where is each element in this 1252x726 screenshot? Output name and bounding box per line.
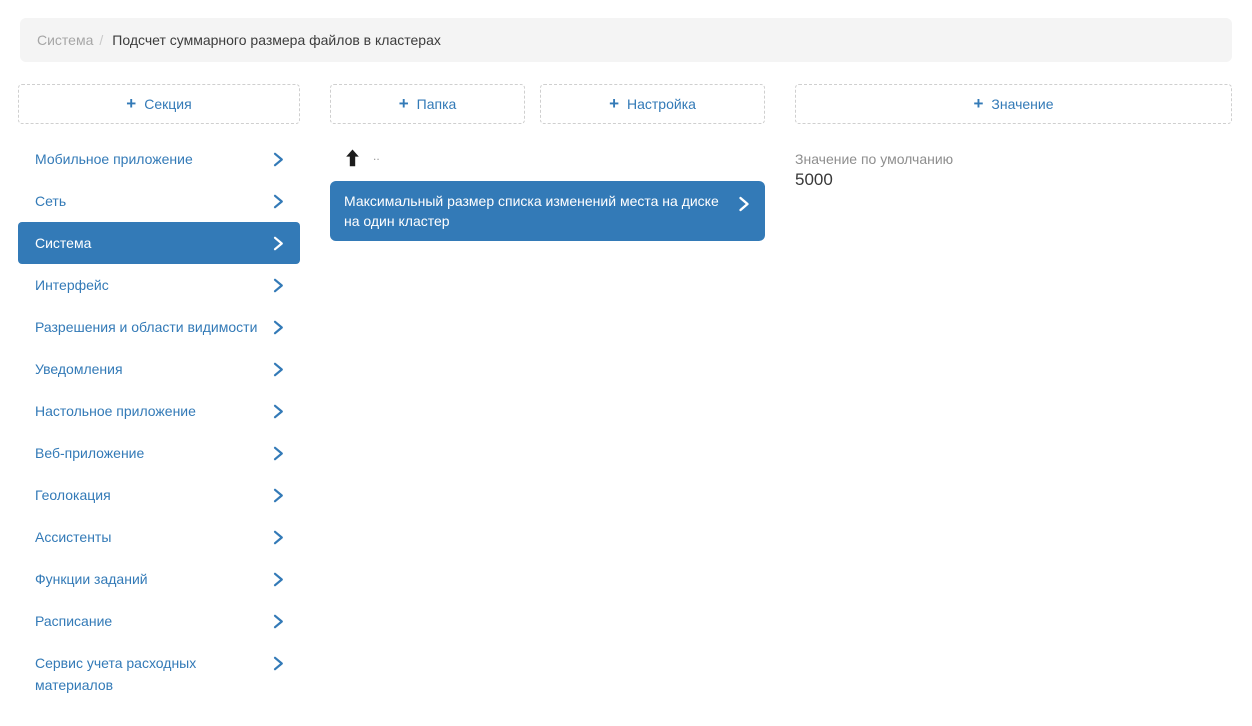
sidebar-item-label: Сервис учета расходных материалов	[35, 652, 263, 696]
chevron-right-icon	[273, 614, 284, 629]
add-folder-button[interactable]: + Папка	[330, 84, 525, 124]
middle-toolbar: + Папка + Настройка	[330, 84, 765, 124]
add-folder-label: Папка	[417, 96, 457, 112]
sidebar-item-3[interactable]: Интерфейс	[18, 264, 300, 306]
sidebar-item-label: Мобильное приложение	[35, 148, 193, 170]
chevron-right-icon	[273, 530, 284, 545]
sidebar-item-label: Расписание	[35, 610, 112, 632]
add-setting-button[interactable]: + Настройка	[540, 84, 765, 124]
chevron-right-icon	[273, 656, 284, 671]
plus-icon: +	[126, 95, 136, 112]
chevron-right-icon	[273, 236, 284, 251]
breadcrumb: Система / Подсчет суммарного размера фай…	[20, 18, 1232, 62]
chevron-right-icon	[273, 194, 284, 209]
add-section-label: Секция	[144, 96, 191, 112]
chevron-right-icon	[273, 320, 284, 335]
default-value-label: Значение по умолчанию	[795, 150, 1232, 168]
add-setting-label: Настройка	[627, 96, 696, 112]
chevron-right-icon	[273, 572, 284, 587]
sidebar-item-label: Уведомления	[35, 358, 123, 380]
sidebar-item-label: Ассистенты	[35, 526, 111, 548]
sidebar-item-label: Веб-приложение	[35, 442, 144, 464]
plus-icon: +	[609, 95, 619, 112]
breadcrumb-separator: /	[99, 32, 103, 48]
sidebar-item-8[interactable]: Геолокация	[18, 474, 300, 516]
chevron-right-icon	[273, 362, 284, 377]
values-column: + Значение Значение по умолчанию 5000	[795, 84, 1232, 706]
sidebar-item-12[interactable]: Сервис учета расходных материалов	[18, 642, 300, 706]
settings-column: + Папка + Настройка .. Максимальный разм…	[330, 84, 765, 706]
sidebar-item-label: Интерфейс	[35, 274, 109, 296]
add-value-button[interactable]: + Значение	[795, 84, 1232, 124]
sidebar-item-label: Геолокация	[35, 484, 111, 506]
chevron-right-icon	[273, 278, 284, 293]
sidebar-item-5[interactable]: Уведомления	[18, 348, 300, 390]
chevron-right-icon	[273, 446, 284, 461]
up-navigation-label: ..	[373, 150, 380, 162]
sidebar-item-11[interactable]: Расписание	[18, 600, 300, 642]
sidebar-item-1[interactable]: Сеть	[18, 180, 300, 222]
arrow-up-icon	[345, 149, 360, 167]
sidebar-item-0[interactable]: Мобильное приложение	[18, 138, 300, 180]
breadcrumb-current: Подсчет суммарного размера файлов в клас…	[112, 32, 441, 48]
add-value-label: Значение	[991, 96, 1053, 112]
plus-icon: +	[399, 95, 409, 112]
content-columns: + Секция Мобильное приложение Сеть Систе…	[18, 84, 1232, 706]
sidebar-item-label: Настольное приложение	[35, 400, 196, 422]
sidebar-item-label: Сеть	[35, 190, 66, 212]
sidebar-item-4[interactable]: Разрешения и области видимости	[18, 306, 300, 348]
chevron-right-icon	[738, 196, 750, 212]
sections-column: + Секция Мобильное приложение Сеть Систе…	[18, 84, 300, 706]
sidebar-item-7[interactable]: Веб-приложение	[18, 432, 300, 474]
sidebar-item-2[interactable]: Система	[18, 222, 300, 264]
sidebar-item-label: Разрешения и области видимости	[35, 316, 257, 338]
chevron-right-icon	[273, 404, 284, 419]
setting-item-label: Максимальный размер списка изменений мес…	[344, 191, 726, 231]
add-section-button[interactable]: + Секция	[18, 84, 300, 124]
default-value: 5000	[795, 169, 1232, 191]
default-value-block: Значение по умолчанию 5000	[795, 150, 1232, 191]
chevron-right-icon	[273, 488, 284, 503]
sidebar-item-label: Система	[35, 232, 91, 254]
sidebar-item-6[interactable]: Настольное приложение	[18, 390, 300, 432]
sidebar-item-9[interactable]: Ассистенты	[18, 516, 300, 558]
sidebar-item-label: Функции заданий	[35, 568, 148, 590]
plus-icon: +	[973, 95, 983, 112]
setting-item[interactable]: Максимальный размер списка изменений мес…	[330, 181, 765, 241]
up-navigation[interactable]: ..	[345, 146, 405, 170]
sidebar-item-10[interactable]: Функции заданий	[18, 558, 300, 600]
sections-list: Мобильное приложение Сеть Система Интерф…	[18, 138, 300, 706]
settings-page: Система / Подсчет суммарного размера фай…	[0, 0, 1252, 726]
breadcrumb-section-link[interactable]: Система	[37, 32, 93, 48]
chevron-right-icon	[273, 152, 284, 167]
